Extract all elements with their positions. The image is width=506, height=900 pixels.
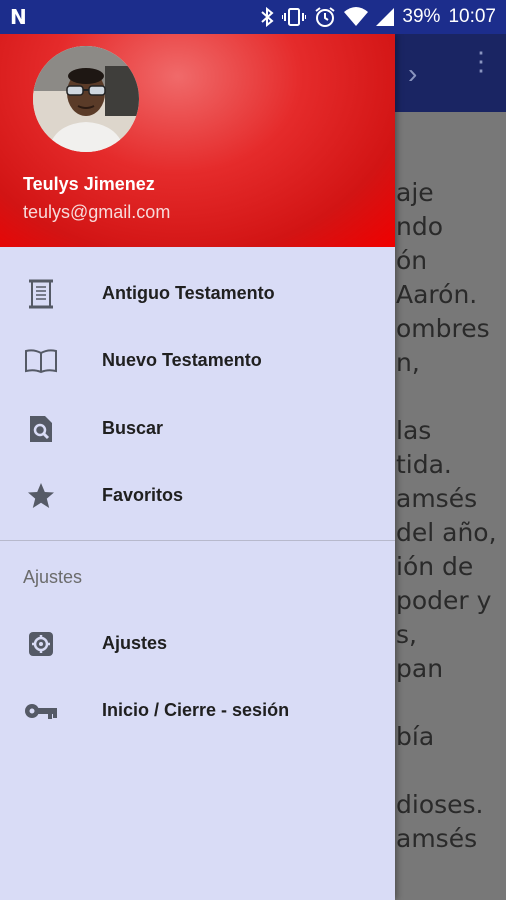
menu-item-label: Ajustes (102, 633, 168, 653)
navigation-drawer: Teulys Jimenez teulys@gmail.com Antiguo … (0, 34, 395, 900)
bluetooth-icon (260, 7, 274, 27)
reading-text-line: dioses. (396, 790, 484, 819)
more-vert-icon[interactable]: ⋮ (468, 48, 494, 74)
reading-text-line: ión de (396, 552, 474, 581)
reading-text-line: del año, (396, 518, 497, 547)
menu-item-sesion[interactable]: Inicio / Cierre - sesión (0, 677, 395, 744)
menu-item-label: Buscar (102, 418, 164, 438)
vibrate-icon (282, 7, 307, 27)
reading-text-line: s, (396, 620, 417, 649)
reading-text-line: ón (396, 246, 428, 275)
avatar[interactable] (33, 46, 139, 152)
reading-text-line: n, (396, 348, 420, 377)
reading-text-line: pan (396, 654, 444, 683)
reading-text-line: bía (396, 722, 435, 751)
menu-item-label: Antiguo Testamento (102, 283, 275, 303)
reading-text-line: ndo (396, 212, 444, 241)
status-icons: 39% 10:07 (260, 6, 496, 28)
section-header-ajustes: Ajustes (23, 567, 83, 587)
reading-text-line: ombres (396, 314, 490, 343)
reading-text-line: aje (396, 178, 434, 207)
battery-text: 39% (402, 6, 441, 27)
menu-item-label: Nuevo Testamento (102, 350, 262, 370)
menu-item-ajustes[interactable]: Ajustes (0, 610, 395, 677)
user-email: teulys@gmail.com (23, 202, 171, 222)
menu-item-label: Inicio / Cierre - sesión (102, 700, 290, 720)
key-icon (24, 694, 58, 728)
menu-item-buscar[interactable]: Buscar (0, 395, 395, 462)
divider (0, 540, 395, 541)
star-icon (24, 479, 58, 513)
reading-text-line: Aarón. (396, 280, 478, 309)
open-book-icon (24, 344, 58, 378)
signal-icon (376, 8, 395, 26)
reading-text-line: tida. (396, 450, 452, 479)
notification-logo: N (10, 5, 27, 29)
status-bar: N 39% 10:07 (0, 0, 506, 34)
drawer-header: Teulys Jimenez teulys@gmail.com (0, 34, 395, 247)
wifi-icon (344, 7, 369, 27)
reading-text-line: amsés (396, 484, 478, 513)
menu-item-antiguo-testamento[interactable]: Antiguo Testamento (0, 260, 395, 327)
clock: 10:07 (448, 6, 496, 27)
menu-item-favoritos[interactable]: Favoritos (0, 462, 395, 529)
reading-text-line: las (396, 416, 432, 445)
user-name: Teulys Jimenez (23, 174, 155, 194)
scroll-icon (24, 277, 58, 311)
menu-item-label: Favoritos (102, 485, 184, 505)
chevron-right-icon[interactable]: › (408, 58, 417, 90)
search-document-icon (24, 412, 58, 446)
gear-icon (24, 627, 58, 661)
menu-item-nuevo-testamento[interactable]: Nuevo Testamento (0, 327, 395, 394)
reading-text-line: poder y (396, 586, 492, 615)
alarm-icon (314, 6, 336, 28)
reading-text-line: amsés (396, 824, 478, 853)
